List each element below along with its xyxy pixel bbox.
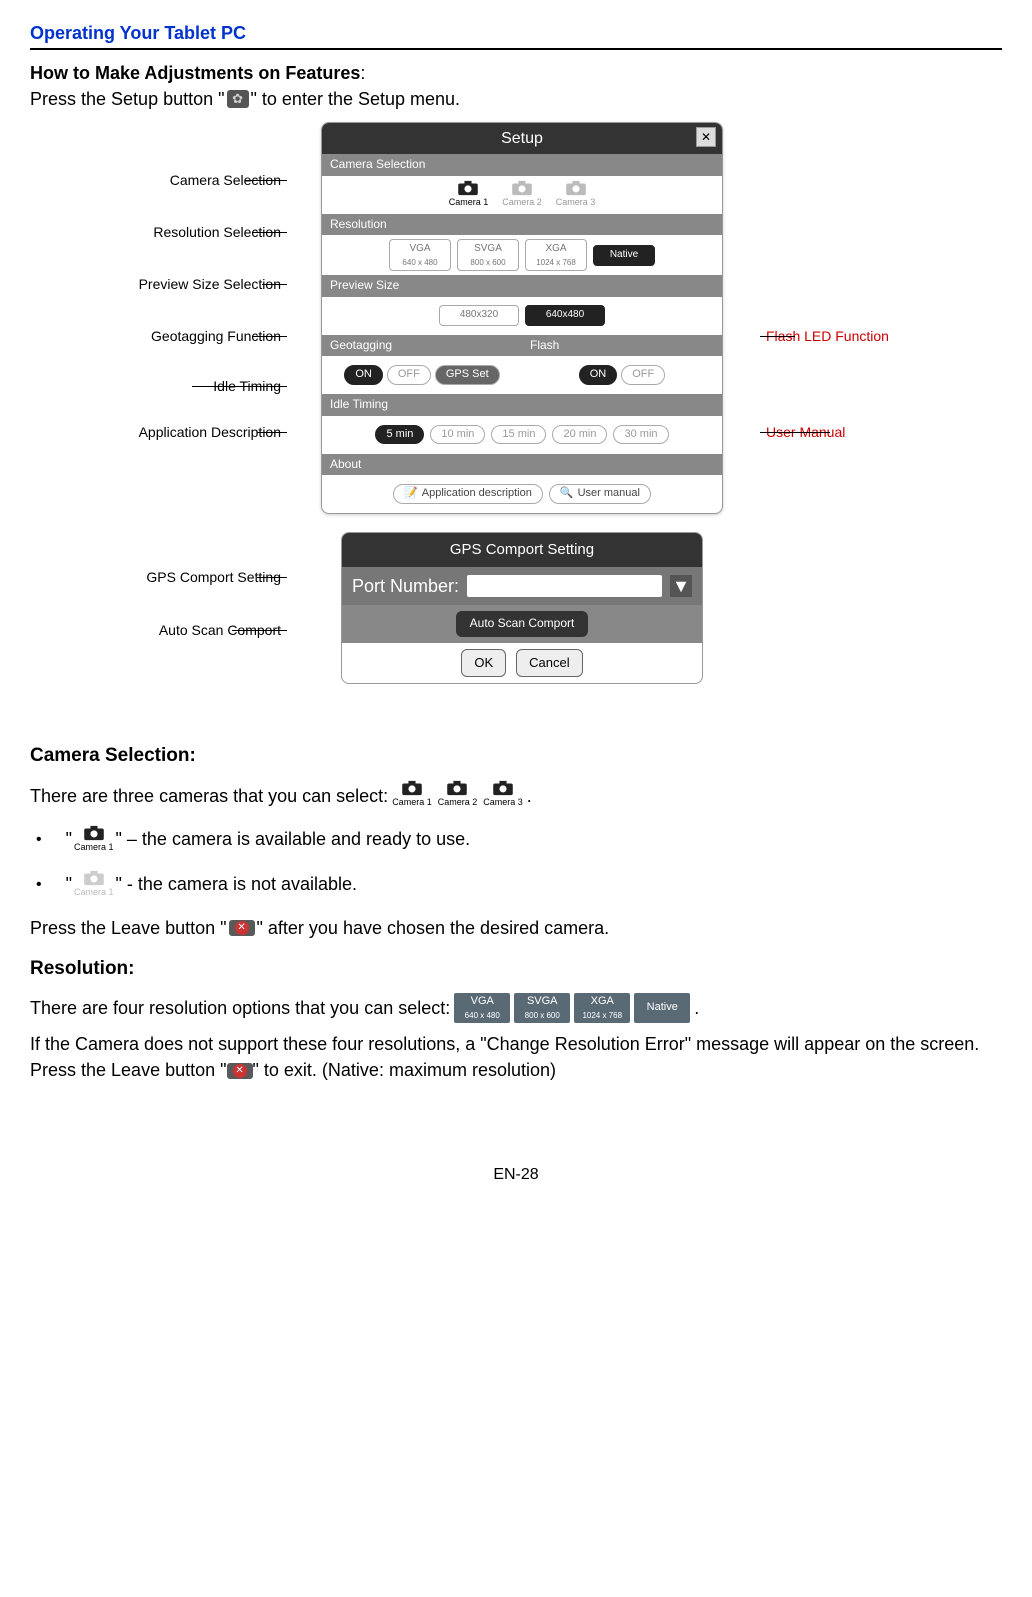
idle-options: 5 min 10 min 15 min 20 min 30 min [322,416,722,454]
callout-gps-comport: GPS Comport Setting [116,567,281,587]
idle-5min[interactable]: 5 min [375,425,424,445]
intro-line: How to Make Adjustments on Features: [30,60,1002,86]
chip-svga: SVGA800 x 600 [514,993,570,1023]
label-about: About [322,454,722,475]
resolution-options: VGA640 x 480 SVGA800 x 600 XGA1024 x 768… [322,235,722,275]
camera-section-dot: . [527,783,532,809]
callout-geotagging: Geotagging Function [116,326,281,346]
geotag-on[interactable]: ON [344,365,383,385]
label-camera-selection: Camera Selection [322,154,722,175]
bullet-camera-available: " Camera 1 " – the camera is available a… [30,825,1002,854]
res-vga[interactable]: VGA640 x 480 [389,239,451,271]
gps-set-button[interactable]: GPS Set [435,365,500,385]
camera-available-icon: Camera 1 [74,825,114,854]
close-icon[interactable]: ✕ [696,127,716,147]
mini-camera-2-icon: Camera 2 [438,780,478,809]
app-description-button[interactable]: 📝 Application description [393,484,543,504]
user-manual-button[interactable]: 🔍 User manual [549,484,651,504]
port-dropdown-icon[interactable]: ▼ [670,575,692,597]
chip-xga: XGA1024 x 768 [574,993,630,1023]
callout-app-desc: Application Description [116,422,281,442]
page-footer: EN-28 [30,1163,1002,1186]
flash-off[interactable]: OFF [621,365,665,385]
ok-button[interactable]: OK [461,649,506,678]
leave-button-icon-2: ✕ [227,1063,253,1079]
resolution-heading: Resolution: [30,955,1002,983]
callout-user-manual: User Manual [766,422,916,442]
geotag-off[interactable]: OFF [387,365,431,385]
callout-flash-led: Flash LED Function [766,326,916,346]
mini-camera-1-icon: Camera 1 [392,780,432,809]
res-xga[interactable]: XGA1024 x 768 [525,239,587,271]
cancel-button[interactable]: Cancel [516,649,582,678]
flash-on[interactable]: ON [579,365,618,385]
page-header: Operating Your Tablet PC [30,20,1002,50]
label-flash: Flash [522,335,722,356]
resolution-intro: There are four resolution options that y… [30,995,450,1021]
gear-icon [227,90,249,108]
bullet-camera-unavailable: " Camera 1 " - the camera is not availab… [30,870,1002,899]
idle-20min[interactable]: 20 min [552,425,607,445]
setup-diagram: Camera Selection Resolution Selection Pr… [30,122,1002,722]
callout-auto-scan: Auto Scan Comport [116,620,281,640]
gps-panel-title: GPS Comport Setting [342,533,702,567]
preview-480x320[interactable]: 480x320 [439,305,519,326]
leave-text-a: Press the Leave button " [30,915,227,941]
resolution-error-text: If the Camera does not support these fou… [30,1031,1002,1083]
res-native[interactable]: Native [593,245,655,266]
chip-native: Native [634,993,690,1023]
leave-button-icon: ✕ [229,920,255,936]
camera-3-option[interactable]: Camera 3 [552,180,600,209]
camera-options: Camera 1 Camera 2 Camera 3 [322,176,722,214]
mini-camera-3-icon: Camera 3 [483,780,523,809]
port-number-field[interactable] [467,575,662,597]
res-svga[interactable]: SVGA800 x 600 [457,239,519,271]
callout-resolution: Resolution Selection [116,222,281,242]
camera-2-option[interactable]: Camera 2 [498,180,546,209]
idle-15min[interactable]: 15 min [491,425,546,445]
setup-panel-title: Setup ✕ [322,123,722,154]
idle-30min[interactable]: 30 min [613,425,668,445]
intro-text-b: " to enter the Setup menu. [251,86,461,112]
label-idle-timing: Idle Timing [322,394,722,415]
camera-unavailable-icon: Camera 1 [74,870,114,899]
setup-panel: Setup ✕ Camera Selection Camera 1 Camera… [321,122,723,514]
label-preview-size: Preview Size [322,275,722,296]
preview-640x480[interactable]: 640x480 [525,305,605,326]
intro-text-a: Press the Setup button " [30,86,225,112]
idle-10min[interactable]: 10 min [430,425,485,445]
resolution-chips: VGA640 x 480 SVGA800 x 600 XGA1024 x 768… [454,993,690,1023]
camera-section-intro: There are three cameras that you can sel… [30,783,388,809]
camera-1-option[interactable]: Camera 1 [445,180,493,209]
resolution-dot: . [694,995,699,1021]
heading: How to Make Adjustments on Features [30,63,360,83]
camera-selection-heading: Camera Selection: [30,742,1002,770]
chip-vga: VGA640 x 480 [454,993,510,1023]
label-resolution: Resolution [322,214,722,235]
preview-options: 480x320 640x480 [322,297,722,335]
label-geotagging: Geotagging [322,335,522,356]
callout-preview-size: Preview Size Selection [116,274,281,294]
port-label: Port Number: [352,573,459,599]
about-options: 📝 Application description 🔍 User manual [322,475,722,513]
callout-idle-timing: Idle Timing [116,376,281,396]
auto-scan-button[interactable]: Auto Scan Comport [456,611,589,636]
leave-text-b: " after you have chosen the desired came… [257,915,610,941]
port-number-row: Port Number: ▼ [342,567,702,605]
gps-comport-panel: GPS Comport Setting Port Number: ▼ Auto … [341,532,703,684]
callout-camera-selection: Camera Selection [116,170,281,190]
